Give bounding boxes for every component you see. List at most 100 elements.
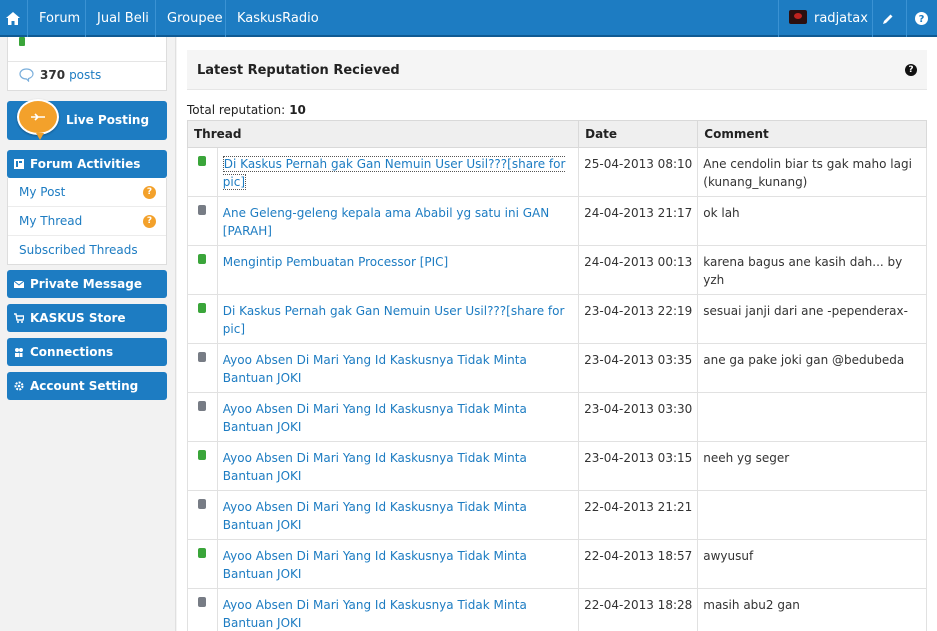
nav-groupee[interactable]: Groupee xyxy=(155,0,234,37)
account-setting-label: Account Setting xyxy=(30,379,139,393)
sidebar-item-my-post[interactable]: My Post ? xyxy=(8,178,166,207)
thread-cell: Ayoo Absen Di Mari Yang Id Kaskusnya Tid… xyxy=(216,343,580,393)
positive-reputation-icon xyxy=(198,254,206,264)
table-row: Ayoo Absen Di Mari Yang Id Kaskusnya Tid… xyxy=(187,539,927,589)
private-message-button[interactable]: Private Message xyxy=(7,270,167,298)
neutral-reputation-icon xyxy=(198,352,206,362)
thread-link[interactable]: Ayoo Absen Di Mari Yang Id Kaskusnya Tid… xyxy=(223,598,527,630)
sidebar-item-label: My Thread xyxy=(19,214,83,228)
help-icon[interactable]: ? xyxy=(906,0,936,37)
sidebar-item-subscribed-threads[interactable]: Subscribed Threads xyxy=(8,236,166,265)
status-cell xyxy=(187,245,218,295)
table-row: Ayoo Absen Di Mari Yang Id Kaskusnya Tid… xyxy=(187,588,927,631)
user-menu[interactable]: radjatax xyxy=(778,0,870,37)
comment-cell: awyusuf xyxy=(697,539,927,589)
thread-cell: Mengintip Pembuatan Processor [PIC] xyxy=(216,245,580,295)
nav-kaskusradio[interactable]: KaskusRadio xyxy=(225,0,330,37)
gear-icon xyxy=(14,381,24,391)
thread-link[interactable]: Ayoo Absen Di Mari Yang Id Kaskusnya Tid… xyxy=(223,402,527,434)
thread-cell: Ayoo Absen Di Mari Yang Id Kaskusnya Tid… xyxy=(216,392,580,442)
table-row: Ane Geleng-geleng kepala ama Ababil yg s… xyxy=(187,196,927,246)
live-posting-icon xyxy=(17,99,59,140)
thread-link[interactable]: Ayoo Absen Di Mari Yang Id Kaskusnya Tid… xyxy=(223,500,527,532)
date-cell: 22-04-2013 21:21 xyxy=(578,490,699,540)
posts-count: 370 xyxy=(40,68,66,82)
forum-activities-header[interactable]: Forum Activities xyxy=(7,150,167,178)
account-setting-button[interactable]: Account Setting xyxy=(7,372,167,400)
thread-link[interactable]: Mengintip Pembuatan Processor [PIC] xyxy=(223,255,448,269)
live-posting-button[interactable]: Live Posting xyxy=(7,99,167,140)
sidebar-item-my-thread[interactable]: My Thread ? xyxy=(8,207,166,236)
date-cell: 23-04-2013 03:30 xyxy=(578,392,699,442)
divider xyxy=(8,61,166,62)
comment-cell: sesuai janji dari ane -pependerax- xyxy=(697,294,927,344)
date-cell: 23-04-2013 22:19 xyxy=(578,294,699,344)
posts-link[interactable]: 370 posts xyxy=(19,68,101,82)
notification-badge: ? xyxy=(143,186,156,199)
status-cell xyxy=(187,294,218,344)
column-header-date: Date xyxy=(578,120,699,148)
total-reputation-label: Total reputation: xyxy=(187,103,286,117)
thread-link[interactable]: Ayoo Absen Di Mari Yang Id Kaskusnya Tid… xyxy=(223,353,527,385)
column-header-comment: Comment xyxy=(697,120,927,148)
avatar xyxy=(789,9,807,24)
top-navbar: Forum Jual Beli Groupee KaskusRadio radj… xyxy=(0,0,937,37)
thread-link[interactable]: Ayoo Absen Di Mari Yang Id Kaskusnya Tid… xyxy=(223,451,527,483)
neutral-reputation-icon xyxy=(198,401,206,411)
notification-badge: ? xyxy=(143,215,156,228)
private-message-label: Private Message xyxy=(30,277,142,291)
date-cell: 22-04-2013 18:28 xyxy=(578,588,699,631)
comment-cell: ane ga pake joki gan @bedubeda xyxy=(697,343,927,393)
connections-label: Connections xyxy=(30,345,114,359)
thread-cell: Ane Geleng-geleng kepala ama Ababil yg s… xyxy=(216,196,580,246)
posts-label: posts xyxy=(69,68,102,82)
positive-reputation-icon xyxy=(198,303,206,313)
reputation-table: Thread Date Comment Di Kaskus Pernah gak… xyxy=(186,120,927,631)
comment-cell: masih abu2 gan xyxy=(697,588,927,631)
positive-reputation-icon xyxy=(198,156,206,166)
chat-bubble-icon xyxy=(19,68,34,82)
thread-link[interactable]: Ane Geleng-geleng kepala ama Ababil yg s… xyxy=(223,206,549,238)
comment-cell: karena bagus ane kasih dah... by yzh xyxy=(697,245,927,295)
positive-reputation-icon xyxy=(198,548,206,558)
status-cell xyxy=(187,343,218,393)
comment-cell: neeh yg seger xyxy=(697,441,927,491)
comment-cell: ok lah xyxy=(697,196,927,246)
kaskus-store-button[interactable]: KASKUS Store xyxy=(7,304,167,332)
status-cell xyxy=(187,196,218,246)
forum-activities-list: My Post ? My Thread ? Subscribed Threads xyxy=(7,178,167,265)
svg-text:?: ? xyxy=(919,14,925,25)
table-row: Di Kaskus Pernah gak Gan Nemuin User Usi… xyxy=(187,147,927,197)
thread-cell: Ayoo Absen Di Mari Yang Id Kaskusnya Tid… xyxy=(216,588,580,631)
table-row: Ayoo Absen Di Mari Yang Id Kaskusnya Tid… xyxy=(187,392,927,442)
total-reputation: Total reputation: 10 xyxy=(187,103,306,117)
connections-button[interactable]: Connections xyxy=(7,338,167,366)
kaskus-store-label: KASKUS Store xyxy=(30,311,126,325)
comment-cell xyxy=(697,392,927,442)
comment-cell xyxy=(697,490,927,540)
help-icon[interactable]: ? xyxy=(905,64,917,76)
nav-forum[interactable]: Forum xyxy=(27,0,91,37)
date-cell: 24-04-2013 00:13 xyxy=(578,245,699,295)
status-cell xyxy=(187,147,218,197)
sidebar-item-label: Subscribed Threads xyxy=(19,243,138,257)
date-cell: 23-04-2013 03:35 xyxy=(578,343,699,393)
date-cell: 23-04-2013 03:15 xyxy=(578,441,699,491)
positive-reputation-icon xyxy=(198,450,206,460)
neutral-reputation-icon xyxy=(198,597,206,607)
status-cell xyxy=(187,588,218,631)
forum-activities-icon xyxy=(14,159,24,169)
home-icon[interactable] xyxy=(0,0,26,37)
online-status-icon xyxy=(19,37,25,46)
neutral-reputation-icon xyxy=(198,499,206,509)
sidebar-item-label: My Post xyxy=(19,185,66,199)
thread-link[interactable]: Di Kaskus Pernah gak Gan Nemuin User Usi… xyxy=(222,156,566,190)
thread-link[interactable]: Di Kaskus Pernah gak Gan Nemuin User Usi… xyxy=(223,304,565,336)
nav-jual-beli[interactable]: Jual Beli xyxy=(85,0,160,37)
page-title: Latest Reputation Recieved xyxy=(197,63,400,78)
pencil-icon[interactable] xyxy=(872,0,902,37)
table-row: Ayoo Absen Di Mari Yang Id Kaskusnya Tid… xyxy=(187,490,927,540)
thread-cell: Di Kaskus Pernah gak Gan Nemuin User Usi… xyxy=(216,294,580,344)
date-cell: 25-04-2013 08:10 xyxy=(578,147,699,197)
thread-link[interactable]: Ayoo Absen Di Mari Yang Id Kaskusnya Tid… xyxy=(223,549,527,581)
